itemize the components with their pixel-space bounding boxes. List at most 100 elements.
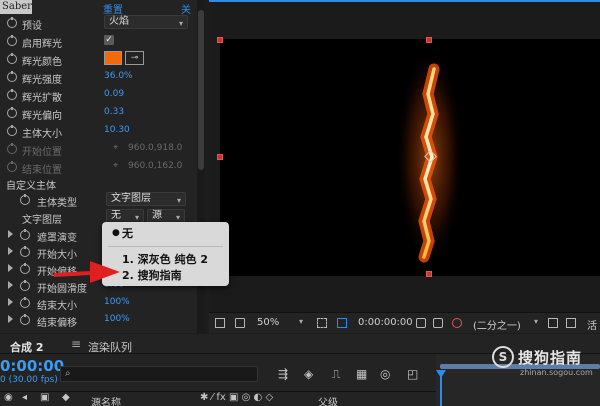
stopwatch-icon[interactable] xyxy=(7,71,17,82)
param-label: 结束偏移 xyxy=(37,318,77,329)
zoom-level[interactable]: 50% xyxy=(257,317,279,328)
core-type-dropdown[interactable]: 文字图层 ▾ xyxy=(106,192,186,206)
stopwatch-icon[interactable] xyxy=(20,246,30,257)
param-label: 预设 xyxy=(22,21,42,32)
stopwatch-icon[interactable] xyxy=(7,125,17,136)
timeline-current-time[interactable]: 0:00:00 xyxy=(0,357,64,375)
glow-color-swatch[interactable] xyxy=(104,51,122,65)
param-row-glow-spread: 辉光扩散 0.09 xyxy=(0,86,197,104)
stopwatch-icon[interactable] xyxy=(20,194,30,205)
chevron-down-icon[interactable]: ▾ xyxy=(534,317,538,326)
param-value: 960.0,918.0 xyxy=(128,143,183,153)
stopwatch-icon[interactable] xyxy=(20,297,30,308)
param-label: 开始位置 xyxy=(22,147,62,158)
menu-item-dark-gray-solid[interactable]: 1. 深灰色 纯色 2 xyxy=(122,251,208,267)
shy-layers-icon[interactable]: ⎍ xyxy=(332,367,340,382)
composition-mini-flowchart-icon[interactable]: ⇶ xyxy=(278,367,288,381)
chevron-down-icon[interactable]: ▾ xyxy=(299,317,303,326)
menu-divider xyxy=(108,246,223,247)
sogou-logo: S xyxy=(492,346,514,368)
enable-glow-checkbox[interactable]: ✓ xyxy=(104,35,114,45)
graph-editor-icon[interactable]: ◰ xyxy=(407,367,418,381)
composition-canvas[interactable] xyxy=(220,39,600,276)
watermark-url: zhinan.sogou.com xyxy=(520,368,593,377)
panel-menu-icon[interactable]: ≡ xyxy=(71,337,81,351)
playhead-line[interactable] xyxy=(440,372,442,406)
twirl-arrow-icon[interactable] xyxy=(8,264,13,272)
grid-guides-icon[interactable] xyxy=(317,318,327,328)
param-value[interactable]: 0.33 xyxy=(104,107,124,117)
transform-handle[interactable] xyxy=(217,154,223,160)
active-camera-label[interactable]: 活 xyxy=(587,317,597,332)
tab-composition[interactable]: 合成 2 xyxy=(10,339,43,355)
param-row-end-position: 结束位置 ⌖ 960.0,162.0 xyxy=(0,158,197,176)
resolution-dropdown[interactable]: (二分之一) xyxy=(473,317,521,332)
param-label: 主体类型 xyxy=(37,198,77,209)
stopwatch-icon[interactable] xyxy=(7,35,17,46)
param-row-enable-glow: 启用辉光 ✓ xyxy=(0,32,197,50)
color-channels-icon[interactable] xyxy=(452,318,462,328)
tab-render-queue[interactable]: 渲染队列 xyxy=(88,339,132,355)
crosshair-icon: ⌖ xyxy=(113,143,119,153)
eye-icon[interactable]: ◉ xyxy=(4,392,13,403)
chevron-down-icon: ▾ xyxy=(176,196,181,205)
column-source-name[interactable]: 源名称 xyxy=(91,394,121,406)
twirl-arrow-icon[interactable] xyxy=(8,298,13,306)
param-value[interactable]: 0.09 xyxy=(104,89,124,99)
dropdown-value: 文字图层 xyxy=(111,193,151,204)
selected-bullet-icon: ● xyxy=(112,228,120,238)
stopwatch-icon[interactable] xyxy=(7,53,17,64)
label-icon[interactable]: ◆ xyxy=(62,392,70,403)
param-value[interactable]: 100% xyxy=(104,297,130,307)
monitor-icon[interactable] xyxy=(235,318,245,328)
param-value[interactable]: 100% xyxy=(104,314,130,324)
twirl-arrow-icon[interactable] xyxy=(8,247,13,255)
twirl-arrow-icon[interactable] xyxy=(8,230,13,238)
param-value[interactable]: 36.0% xyxy=(104,71,133,81)
transform-handle[interactable] xyxy=(426,271,432,277)
param-label: 主体大小 xyxy=(22,129,62,140)
region-of-interest-icon[interactable] xyxy=(548,318,558,328)
frame-blending-icon[interactable]: ▦ xyxy=(356,367,367,381)
transparency-grid-icon[interactable] xyxy=(566,318,576,328)
mask-visibility-icon[interactable] xyxy=(337,318,347,328)
stopwatch-icon[interactable] xyxy=(7,89,17,100)
lock-icon[interactable]: ▣ xyxy=(40,392,49,403)
draft-3d-icon[interactable]: ◈ xyxy=(304,367,313,381)
switches-icons[interactable]: ✱ ⁄ fx ▣ ◎ ◐ ◇ xyxy=(200,392,273,403)
current-time[interactable]: 0:00:00:00 xyxy=(358,317,413,328)
motion-blur-icon[interactable]: ◎ xyxy=(380,367,390,381)
param-row-start-position: 开始位置 ⌖ 960.0,918.0 xyxy=(0,140,197,158)
red-arrow-annotation xyxy=(54,261,120,283)
show-snapshot-icon[interactable] xyxy=(433,318,443,328)
dropdown-value: 火焰 xyxy=(109,16,129,27)
section-title-custom-core[interactable]: 自定义主体 xyxy=(6,177,56,192)
snapshot-icon[interactable] xyxy=(416,318,426,328)
column-parent[interactable]: 父级 xyxy=(318,394,338,406)
preset-dropdown[interactable]: 火焰 ▾ xyxy=(104,15,188,29)
always-preview-icon[interactable] xyxy=(215,318,225,328)
menu-item-none[interactable]: 无 xyxy=(122,225,133,241)
text-layer-dropdown[interactable]: 无 ▾ xyxy=(106,209,144,223)
transform-handle[interactable] xyxy=(217,37,223,43)
active-panel-highlight xyxy=(209,0,600,2)
stopwatch-icon[interactable] xyxy=(7,107,17,118)
stopwatch-icon[interactable] xyxy=(20,263,30,274)
param-row-glow-intensity: 辉光强度 36.0% xyxy=(0,68,197,86)
timeline-search-input[interactable]: ⌕ xyxy=(60,366,258,382)
stopwatch-icon[interactable] xyxy=(20,229,30,240)
text-layer-source-dropdown[interactable]: 源 ▾ xyxy=(147,209,185,223)
twirl-arrow-icon[interactable] xyxy=(8,281,13,289)
audio-icon[interactable]: ◂ xyxy=(22,392,27,403)
stopwatch-icon[interactable] xyxy=(20,280,30,291)
transform-handle[interactable] xyxy=(426,37,432,43)
dropdown-value: 无 xyxy=(111,210,121,221)
stopwatch-icon[interactable] xyxy=(20,314,30,325)
scrollbar-thumb[interactable] xyxy=(198,10,204,170)
effect-name[interactable]: Saber xyxy=(0,0,32,14)
param-value[interactable]: 10.30 xyxy=(104,125,130,135)
eyedropper-icon[interactable]: ⊸ xyxy=(125,51,144,65)
stopwatch-icon[interactable] xyxy=(7,17,17,28)
twirl-arrow-icon[interactable] xyxy=(8,315,13,323)
menu-item-sogou-guide[interactable]: 2. 搜狗指南 xyxy=(122,267,182,283)
